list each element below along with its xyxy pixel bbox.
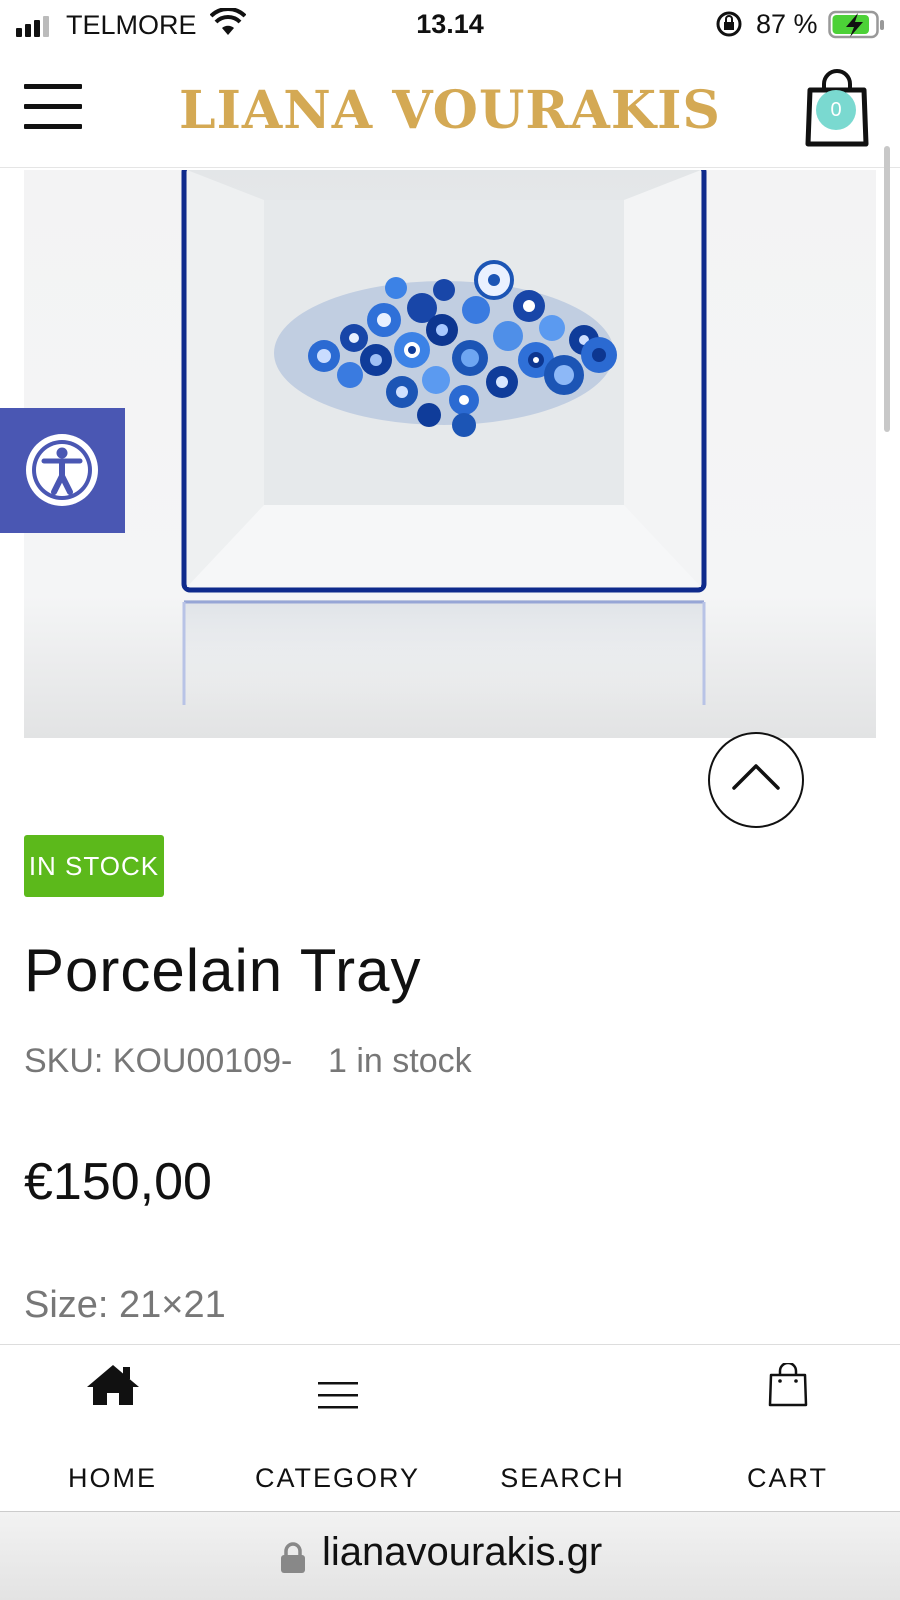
nav-search[interactable]: SEARCH — [450, 1345, 675, 1513]
product-image[interactable] — [24, 170, 876, 738]
bottom-navigation: HOME CATEGORY SEARCH CART — [0, 1344, 900, 1512]
site-header: LIANA VOURAKIS 0 — [0, 52, 900, 168]
lock-icon — [281, 1542, 305, 1573]
accessibility-button[interactable] — [0, 408, 125, 533]
cart-count-badge[interactable]: 0 — [816, 90, 856, 130]
home-icon — [86, 1365, 139, 1405]
stock-quantity: 1 in stock — [328, 1042, 472, 1080]
nav-home[interactable]: HOME — [0, 1345, 225, 1513]
menu-icon — [317, 1382, 358, 1409]
product-size: Size: 21×21 — [24, 1284, 226, 1326]
accessibility-icon — [26, 434, 98, 506]
nav-cart-label: CART — [746, 1463, 828, 1493]
status-bar: TELMORE 13.14 87 % — [0, 0, 900, 50]
back-to-top-button[interactable] — [708, 732, 804, 828]
chevron-up-icon — [732, 764, 780, 790]
stock-status-badge: IN STOCK — [24, 835, 164, 897]
product-price: €150,00 — [24, 1153, 212, 1211]
battery-percent: 87 % — [756, 9, 818, 39]
nav-category-label: CATEGORY — [254, 1463, 421, 1493]
rotation-lock-icon — [716, 11, 742, 37]
product-sku: SKU: KOU00109- — [24, 1042, 293, 1080]
browser-url-bar[interactable]: lianavourakis.gr — [0, 1512, 900, 1600]
product-title: Porcelain Tray — [24, 937, 422, 1004]
nav-category[interactable]: CATEGORY — [225, 1345, 450, 1513]
nav-cart[interactable]: CART — [675, 1345, 900, 1513]
menu-button[interactable] — [24, 84, 82, 130]
site-logo[interactable]: LIANA VOURAKIS — [160, 80, 740, 141]
scrollbar[interactable] — [884, 146, 890, 432]
nav-home-label: HOME — [68, 1463, 157, 1493]
url-text[interactable]: lianavourakis.gr — [322, 1530, 602, 1575]
nav-search-label: SEARCH — [500, 1463, 625, 1493]
battery-charging-icon — [828, 10, 884, 39]
shopping-bag-icon — [768, 1363, 807, 1407]
